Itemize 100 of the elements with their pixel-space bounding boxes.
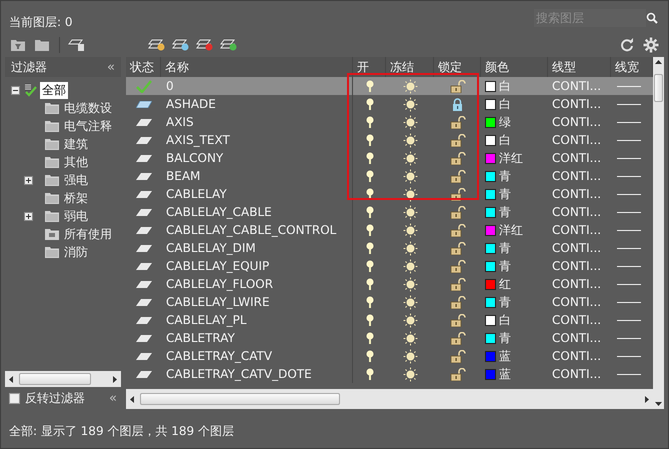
expand-toggle[interactable] [24,212,33,220]
sun-icon[interactable] [402,132,418,148]
search-icon[interactable] [646,12,658,24]
color-swatch[interactable] [485,296,496,308]
tree-item[interactable]: 弱电 [62,208,90,224]
table-row[interactable]: CABLETRAY_CATV_DOTE 蓝 CONTI... [126,365,653,383]
tree-item[interactable]: 其他 [62,154,90,170]
sun-icon[interactable] [402,186,418,202]
set-current-icon[interactable] [220,38,238,52]
sun-icon[interactable] [402,168,418,184]
new-layer-icon[interactable] [172,38,190,52]
collapse-toggle[interactable] [11,86,20,94]
lightbulb-icon[interactable] [366,170,374,182]
table-row[interactable]: BALCONY 洋红 CONTI... [126,149,653,167]
scroll-thumb[interactable] [654,74,663,102]
padlock-icon[interactable] [452,98,463,110]
table-row[interactable]: CABLELAY_LWIRE 青 CONTI... [126,293,653,311]
lightbulb-icon[interactable] [366,314,374,326]
tree-item[interactable]: 电缆数设 [62,100,114,116]
tree-item[interactable]: 消防 [62,244,90,260]
scroll-right-arrow[interactable] [643,396,650,402]
color-swatch[interactable] [485,314,496,326]
scroll-thumb[interactable] [19,373,91,385]
tree-item[interactable]: 建筑 [62,136,90,152]
sun-icon[interactable] [402,96,418,112]
open-padlock-icon[interactable] [450,332,466,344]
color-swatch[interactable] [485,188,496,200]
horizontal-scrollbar[interactable] [5,371,121,387]
sun-icon[interactable] [402,366,418,382]
table-row[interactable]: AXIS_TEXT 白 CONTI... [126,131,653,149]
horizontal-scrollbar[interactable] [126,389,653,409]
color-swatch[interactable] [485,134,496,146]
color-swatch[interactable] [485,116,496,128]
sun-icon[interactable] [402,204,418,220]
sun-icon[interactable] [402,78,418,94]
scroll-left-arrow[interactable] [129,396,136,402]
table-row[interactable]: CABLELAY_PL 白 CONTI... [126,311,653,329]
table-row[interactable]: CABLELAY_EQUIP 青 CONTI... [126,257,653,275]
color-swatch[interactable] [485,224,496,236]
layer-states-icon[interactable] [68,38,86,52]
color-swatch[interactable] [485,260,496,272]
open-padlock-icon[interactable] [450,116,466,128]
open-padlock-icon[interactable] [450,368,466,380]
expand-toggle[interactable] [24,176,33,184]
lightbulb-icon[interactable] [366,116,374,128]
table-row[interactable]: CABLETRAY 青 CONTI... [126,329,653,347]
table-row[interactable]: CABLELAY_CABLE_CONTROL 洋红 CONTI... [126,221,653,239]
color-swatch[interactable] [485,350,496,362]
sun-icon[interactable] [402,276,418,292]
open-padlock-icon[interactable] [450,206,466,218]
color-swatch[interactable] [485,278,496,290]
new-group-folder-icon[interactable] [35,39,49,51]
tree-item[interactable]: 电气注释 [62,118,114,134]
table-row[interactable]: CABLELAY_DIM 青 CONTI... [126,239,653,257]
sun-icon[interactable] [402,348,418,364]
open-padlock-icon[interactable] [450,278,466,290]
lightbulb-icon[interactable] [366,134,374,146]
vertical-scrollbar[interactable] [653,57,664,409]
lightbulb-icon[interactable] [366,350,374,362]
lightbulb-icon[interactable] [366,242,374,254]
tree-item[interactable]: 强电 [62,172,90,188]
open-padlock-icon[interactable] [450,350,466,362]
tree-item[interactable]: 桥架 [62,190,90,206]
scroll-thumb[interactable] [140,393,340,405]
new-layer-icon[interactable] [148,38,166,52]
table-row[interactable]: CABLELAY 青 CONTI... [126,185,653,203]
lightbulb-icon[interactable] [366,296,374,308]
refresh-icon[interactable] [620,38,634,52]
lightbulb-icon[interactable] [366,224,374,236]
lightbulb-icon[interactable] [366,188,374,200]
collapse-button[interactable]: « [109,390,117,406]
table-row[interactable]: CABLELAY_CABLE 青 CONTI... [126,203,653,221]
open-padlock-icon[interactable] [450,80,466,92]
open-padlock-icon[interactable] [450,188,466,200]
tree-item[interactable]: 全部 [40,82,68,98]
sun-icon[interactable] [402,312,418,328]
lightbulb-icon[interactable] [366,206,374,218]
lightbulb-icon[interactable] [366,332,374,344]
open-padlock-icon[interactable] [450,242,466,254]
table-row[interactable]: ASHADE 白 CONTI... [126,95,653,113]
sun-icon[interactable] [402,240,418,256]
color-swatch[interactable] [485,368,496,380]
scroll-up-arrow[interactable] [655,59,662,66]
scroll-down-arrow[interactable] [655,400,662,407]
sun-icon[interactable] [402,222,418,238]
collapse-button[interactable]: « [107,60,115,74]
sun-icon[interactable] [402,114,418,130]
color-swatch[interactable] [485,170,496,182]
new-filter-icon[interactable] [11,39,25,51]
color-swatch[interactable] [485,98,496,110]
color-swatch[interactable] [485,206,496,218]
tree-item[interactable]: 所有使用 [62,226,114,242]
open-padlock-icon[interactable] [450,224,466,236]
open-padlock-icon[interactable] [450,260,466,272]
color-swatch[interactable] [485,332,496,344]
settings-icon[interactable] [643,37,659,53]
lightbulb-icon[interactable] [366,278,374,290]
scroll-right-arrow[interactable] [111,376,118,382]
color-swatch[interactable] [485,152,496,164]
scroll-left-arrow[interactable] [8,376,15,382]
